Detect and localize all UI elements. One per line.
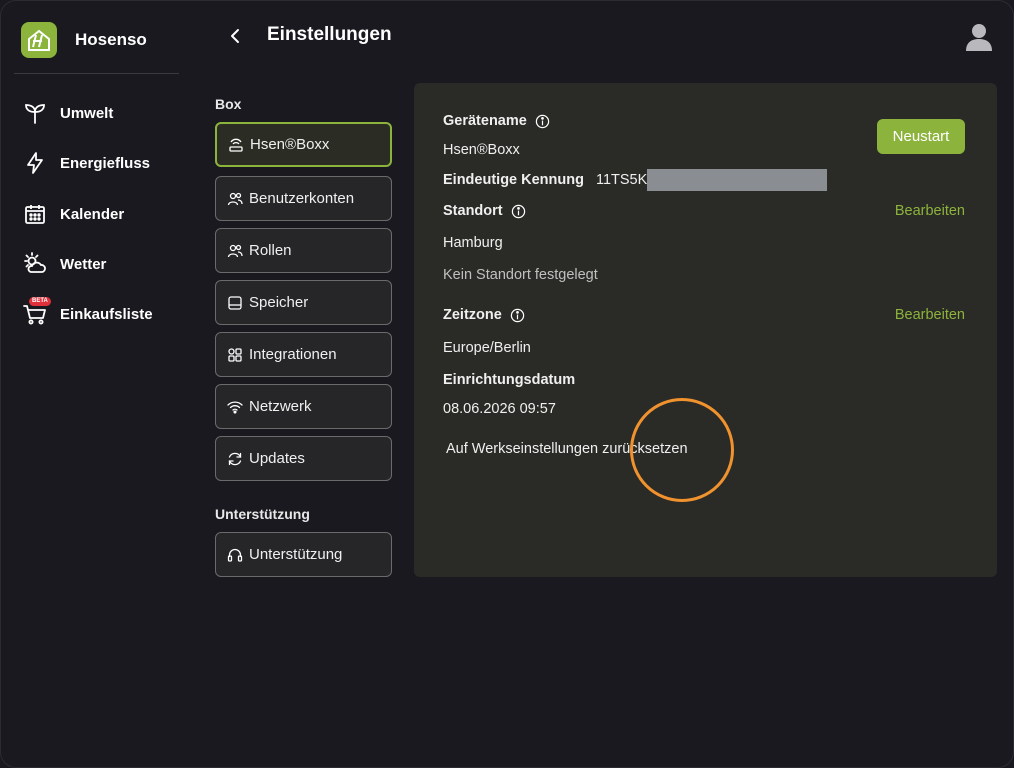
beta-badge: BETA [29,297,51,306]
menu-item-rollen[interactable]: Rollen [215,228,392,273]
menu-item-netzwerk[interactable]: Netzwerk [215,384,392,429]
page-title: Einstellungen [267,24,392,45]
redacted-block [647,169,828,191]
sidebar-item-label: Umwelt [60,104,114,122]
users-icon [226,190,244,208]
menu-item-label: Unterstützung [249,546,343,563]
sidebar-item-umwelt[interactable]: Umwelt [21,93,113,133]
factory-reset-link[interactable]: Auf Werkseinstellungen zurücksetzen [446,441,688,457]
hosenso-logo-icon [21,22,57,58]
location-row: Standort [443,203,526,219]
sidebar-divider [14,73,179,74]
timezone-value: Europe/Berlin [443,340,531,356]
apps-icon [226,346,244,364]
menu-item-label: Integrationen [249,346,337,363]
device-name-label: Gerätename [443,113,527,129]
wifi-icon [226,398,244,416]
timezone-edit-link[interactable]: Bearbeiten [895,307,965,323]
menu-item-speicher[interactable]: Speicher [215,280,392,325]
chevron-left-icon [231,29,239,43]
weather-icon [21,250,49,278]
sidebar-item-wetter[interactable]: Wetter [21,244,106,284]
sprout-icon [21,99,49,127]
info-icon[interactable] [535,114,550,129]
menu-item-benutzerkonten[interactable]: Benutzerkonten [215,176,392,221]
menu-item-label: Rollen [249,242,292,259]
restart-button[interactable]: Neustart [877,119,965,154]
menu-item-label: Netzwerk [249,398,312,415]
refresh-icon [226,450,244,468]
headset-icon [226,546,244,564]
brand[interactable]: Hosenso [21,22,147,58]
menu-item-label: Speicher [249,294,309,311]
storage-icon [226,294,244,312]
menu-item-updates[interactable]: Updates [215,436,392,481]
device-id-value: 11TS5K [595,172,648,188]
brand-name: Hosenso [75,30,147,49]
info-icon[interactable] [510,308,525,323]
sidebar-item-label: Kalender [60,205,125,223]
cart-icon: BETA [21,297,51,328]
menu-item-hsenboxx[interactable]: Hsen®Boxx [215,122,392,167]
section-label-box: Box [215,96,242,112]
menu-item-label: Hsen®Boxx [250,136,330,153]
menu-item-label: Updates [249,450,305,467]
sidebar-item-label: Energiefluss [60,154,151,172]
users-icon [226,242,244,260]
device-id-row: Eindeutige Kennung 11TS5K [443,169,828,191]
location-note: Kein Standort festgelegt [443,267,598,283]
calendar-icon [21,200,49,228]
avatar[interactable] [963,21,995,53]
app-window: Hosenso Umwelt Energiefluss Kalender Wet… [0,0,1014,768]
timezone-row: Zeitzone [443,307,525,323]
sidebar-item-einkaufsliste[interactable]: BETA Einkaufsliste [21,294,153,334]
back-button[interactable] [225,24,245,48]
lightning-icon [21,149,49,177]
location-edit-link[interactable]: Bearbeiten [895,203,965,219]
location-label: Standort [443,203,503,219]
setup-date-label: Einrichtungsdatum [443,372,576,388]
menu-item-integrationen[interactable]: Integrationen [215,332,392,377]
sidebar-item-label: Einkaufsliste [60,305,153,323]
section-label-support: Unterstützung [215,506,310,522]
router-icon [227,136,245,154]
location-value: Hamburg [443,235,503,251]
sidebar-item-energiefluss[interactable]: Energiefluss [21,143,150,183]
device-id-label: Eindeutige Kennung [443,172,584,188]
sidebar-item-kalender[interactable]: Kalender [21,194,124,234]
device-name-row: Gerätename [443,113,550,129]
device-name-value: Hsen®Boxx [443,142,520,158]
info-icon[interactable] [511,204,526,219]
sidebar-item-label: Wetter [60,255,107,273]
device-details-panel: Gerätename Hsen®Boxx Eindeutige Kennung … [414,83,997,577]
timezone-label: Zeitzone [443,307,502,323]
setup-date-value: 08.06.2026 09:57 [443,401,556,417]
menu-item-unterstuetzung[interactable]: Unterstützung [215,532,392,577]
user-avatar-icon [966,24,992,51]
menu-item-label: Benutzerkonten [249,190,355,207]
